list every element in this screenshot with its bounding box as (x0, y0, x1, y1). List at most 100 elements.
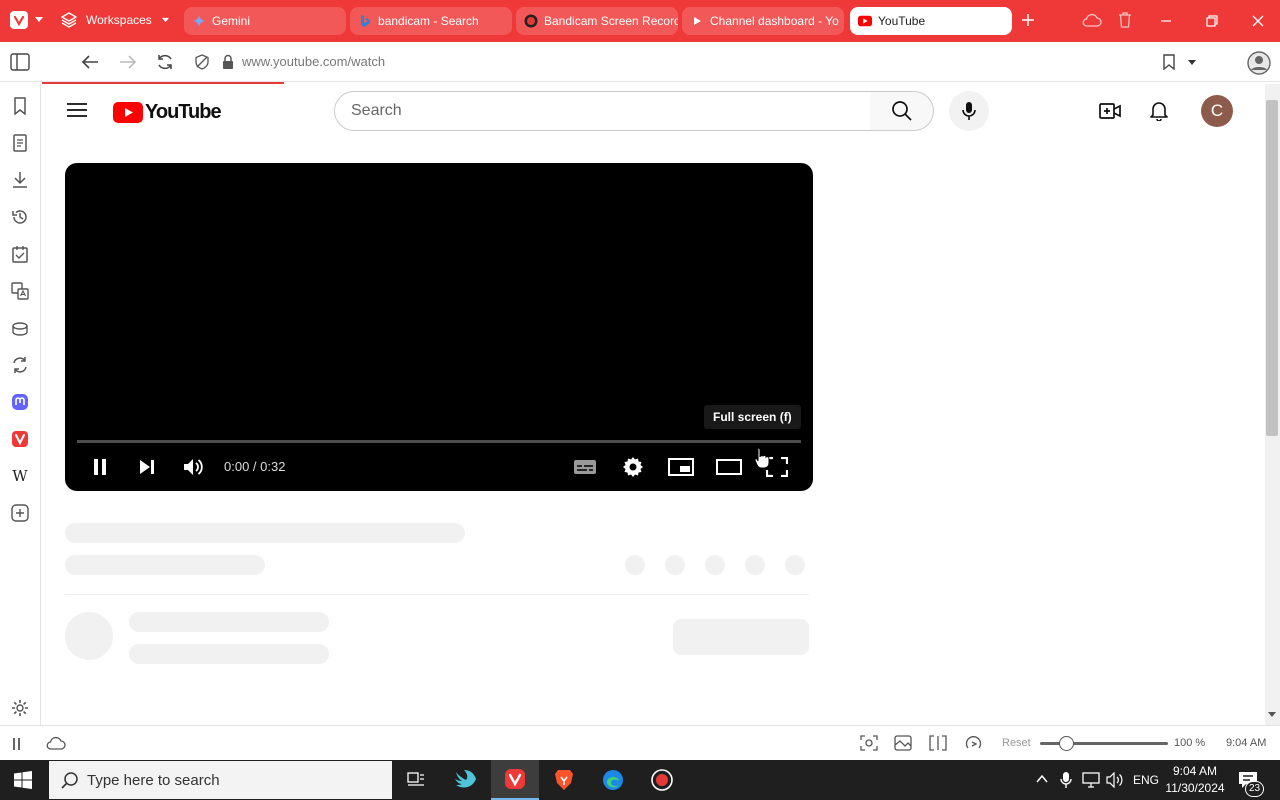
tab-label: bandicam - Search (378, 14, 479, 28)
youtube-logo[interactable]: YouTube (113, 101, 222, 124)
vivaldi-menu-icon[interactable] (10, 11, 28, 29)
bell-icon (1150, 102, 1168, 121)
trash-icon[interactable] (1117, 11, 1133, 29)
progress-bar[interactable] (77, 440, 801, 443)
avatar[interactable]: C (1201, 95, 1233, 127)
video-player[interactable]: Full screen (f) 0:00 / 0:32 (65, 163, 813, 491)
page-tiling-icon[interactable] (929, 735, 947, 751)
downloads-icon[interactable] (10, 170, 30, 190)
show-hidden-icons-chevron[interactable] (1036, 774, 1048, 784)
voice-search-button[interactable] (949, 91, 989, 131)
bookmarks-panel-icon[interactable] (10, 96, 30, 116)
bookmark-icon[interactable] (1162, 54, 1176, 70)
back-icon[interactable] (80, 53, 100, 71)
reading-list-icon[interactable] (10, 133, 30, 153)
volume-tray-icon[interactable] (1106, 772, 1124, 788)
action-placeholder (625, 555, 645, 575)
theater-mode-button[interactable] (714, 453, 744, 481)
taskbar-time: 9:04 AM (1172, 764, 1218, 778)
channel-subs-placeholder (129, 644, 329, 664)
tab-channel-dashboard[interactable]: Channel dashboard - Yo (682, 7, 844, 35)
taskbar-search-input[interactable]: Type here to search (49, 761, 392, 799)
new-tab-icon[interactable] (1021, 13, 1035, 27)
window-panel-icon[interactable] (10, 318, 30, 338)
notifications-button[interactable] (1139, 91, 1179, 131)
gemini-icon (192, 14, 206, 28)
workspaces-icon (60, 11, 78, 29)
divider (65, 594, 809, 595)
lock-icon[interactable] (222, 54, 234, 70)
subtitles-button[interactable] (570, 453, 600, 481)
edge-icon (603, 770, 623, 790)
mute-button[interactable] (179, 453, 209, 481)
workspaces-label: Workspaces (86, 13, 152, 27)
profile-icon[interactable] (1247, 51, 1271, 75)
tab-bandicam-screen-recorder[interactable]: Bandicam Screen Record (516, 7, 678, 35)
page-actions-icon[interactable] (965, 734, 983, 752)
bookmark-dropdown-icon[interactable] (1187, 59, 1197, 66)
title-placeholder (65, 523, 465, 543)
panel-toggle-icon[interactable] (11, 737, 27, 751)
mastodon-icon[interactable] (10, 392, 30, 412)
tracker-blocker-icon[interactable] (194, 54, 210, 70)
tab-youtube[interactable]: YouTube (850, 7, 1012, 35)
taskbar-app-edge[interactable] (589, 760, 637, 800)
scrollbar-thumb[interactable] (1266, 100, 1278, 436)
minimize-icon[interactable] (1159, 14, 1173, 28)
taskbar-app-brave[interactable] (540, 760, 588, 800)
brave-lion-icon (555, 770, 573, 790)
settings-button[interactable] (618, 453, 648, 481)
panel-toggle-icon[interactable] (10, 53, 30, 71)
language-indicator[interactable]: ENG (1133, 773, 1159, 787)
action-placeholder (745, 555, 765, 575)
pause-button[interactable] (85, 453, 115, 481)
image-toggle-icon[interactable] (894, 735, 912, 751)
reload-icon[interactable] (156, 53, 174, 71)
task-view-button[interactable] (392, 760, 440, 800)
action-placeholder (705, 555, 725, 575)
taskbar-app-swift[interactable] (442, 760, 490, 800)
zoom-reset-button[interactable]: Reset (1002, 737, 1031, 749)
bandicam-icon (524, 14, 538, 28)
settings-gear-icon[interactable] (10, 698, 30, 718)
translate-icon[interactable] (10, 281, 30, 301)
sync-panel-icon[interactable] (10, 355, 30, 375)
workspaces-button[interactable]: Workspaces (60, 11, 170, 29)
restore-icon[interactable] (1205, 14, 1219, 28)
close-window-icon[interactable] (1251, 14, 1265, 28)
taskbar-clock[interactable]: 9:04 AM 11/30/2024 (1160, 763, 1230, 797)
notification-count-badge: 23 (1245, 781, 1265, 797)
create-video-icon (1099, 103, 1121, 119)
vivaldi-panel-icon[interactable] (10, 429, 30, 449)
taskbar-app-vivaldi[interactable] (491, 760, 539, 800)
history-icon[interactable] (10, 207, 30, 227)
notes-icon[interactable] (10, 244, 30, 264)
microphone-tray-icon[interactable] (1060, 771, 1072, 789)
screenshot-icon[interactable] (860, 735, 878, 751)
theater-mode-icon (716, 459, 742, 475)
youtube-search-input[interactable]: Search (334, 91, 871, 131)
search-button[interactable] (870, 91, 934, 131)
url-text[interactable]: www.youtube.com/watch (242, 54, 385, 69)
scroll-down-arrow-icon[interactable] (1267, 711, 1277, 719)
search-icon (891, 101, 912, 121)
taskbar-app-bandicam[interactable] (638, 760, 686, 800)
sync-cloud-icon[interactable] (1082, 12, 1102, 28)
vivaldi-menu-chevron-icon[interactable] (34, 16, 44, 24)
add-web-panel-icon[interactable] (10, 503, 30, 523)
zoom-slider-knob[interactable] (1058, 736, 1074, 751)
hamburger-menu-icon[interactable] (67, 102, 87, 118)
miniplayer-button[interactable] (666, 453, 696, 481)
tab-label: Channel dashboard - Yo (710, 14, 839, 28)
windows-start-icon[interactable] (14, 771, 32, 789)
zoom-slider[interactable] (1040, 736, 1168, 751)
wikipedia-icon[interactable]: W (10, 466, 30, 486)
action-placeholder (665, 555, 685, 575)
sync-status-icon[interactable] (46, 736, 66, 750)
forward-icon[interactable] (118, 53, 138, 71)
next-button[interactable] (132, 453, 162, 481)
tab-bandicam-search[interactable]: bandicam - Search (350, 7, 512, 35)
create-button[interactable] (1090, 91, 1130, 131)
tab-gemini[interactable]: Gemini (184, 7, 346, 35)
network-icon[interactable] (1082, 772, 1100, 788)
